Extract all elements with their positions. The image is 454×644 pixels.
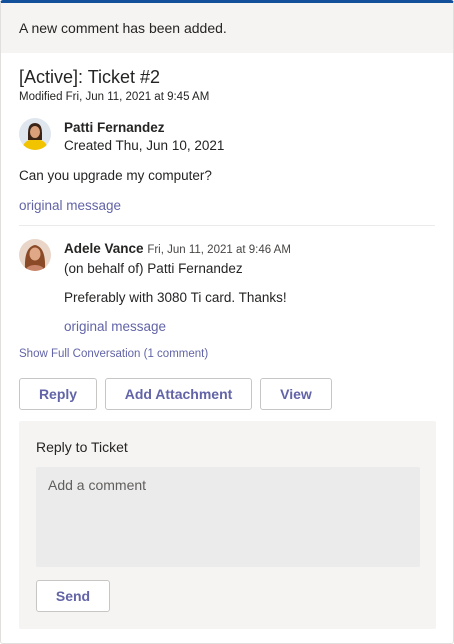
ticket-title: [Active]: Ticket #2	[19, 67, 161, 87]
add-attachment-button[interactable]: Add Attachment	[105, 378, 252, 410]
comment-original-message-link[interactable]: original message	[64, 319, 166, 334]
reply-panel-title: Reply to Ticket	[36, 439, 128, 455]
view-button[interactable]: View	[260, 378, 332, 410]
avatar-adele	[19, 239, 51, 271]
ticket-modified-date: Modified Fri, Jun 11, 2021 at 9:45 AM	[19, 91, 210, 103]
avatar-patti-image	[19, 118, 51, 150]
original-author-name: Patti Fernandez	[64, 120, 165, 135]
comment-timestamp: Fri, Jun 11, 2021 at 9:46 AM	[147, 244, 291, 256]
comment-on-behalf: (on behalf of) Patti Fernandez	[64, 261, 243, 276]
original-message-link[interactable]: original message	[19, 198, 121, 213]
original-created-date: Created Thu, Jun 10, 2021	[64, 138, 225, 153]
divider	[19, 225, 435, 226]
original-message-text: Can you upgrade my computer?	[19, 168, 212, 183]
avatar-patti	[19, 118, 51, 150]
adaptive-card: A new comment has been added. [Active]: …	[0, 0, 454, 644]
reply-button[interactable]: Reply	[19, 378, 97, 410]
reply-panel: Reply to Ticket Send	[19, 421, 436, 629]
comment-author-line: Adele Vance Fri, Jun 11, 2021 at 9:46 AM	[64, 241, 291, 256]
avatar-adele-image	[19, 239, 51, 271]
notification-text: A new comment has been added.	[19, 20, 227, 36]
send-button[interactable]: Send	[36, 580, 110, 612]
show-full-conversation-link[interactable]: Show Full Conversation (1 comment)	[19, 348, 208, 360]
comment-author-name: Adele Vance	[64, 241, 144, 256]
comment-message-text: Preferably with 3080 Ti card. Thanks!	[64, 290, 287, 305]
notification-banner: A new comment has been added.	[1, 3, 453, 53]
comment-input[interactable]	[36, 467, 420, 567]
